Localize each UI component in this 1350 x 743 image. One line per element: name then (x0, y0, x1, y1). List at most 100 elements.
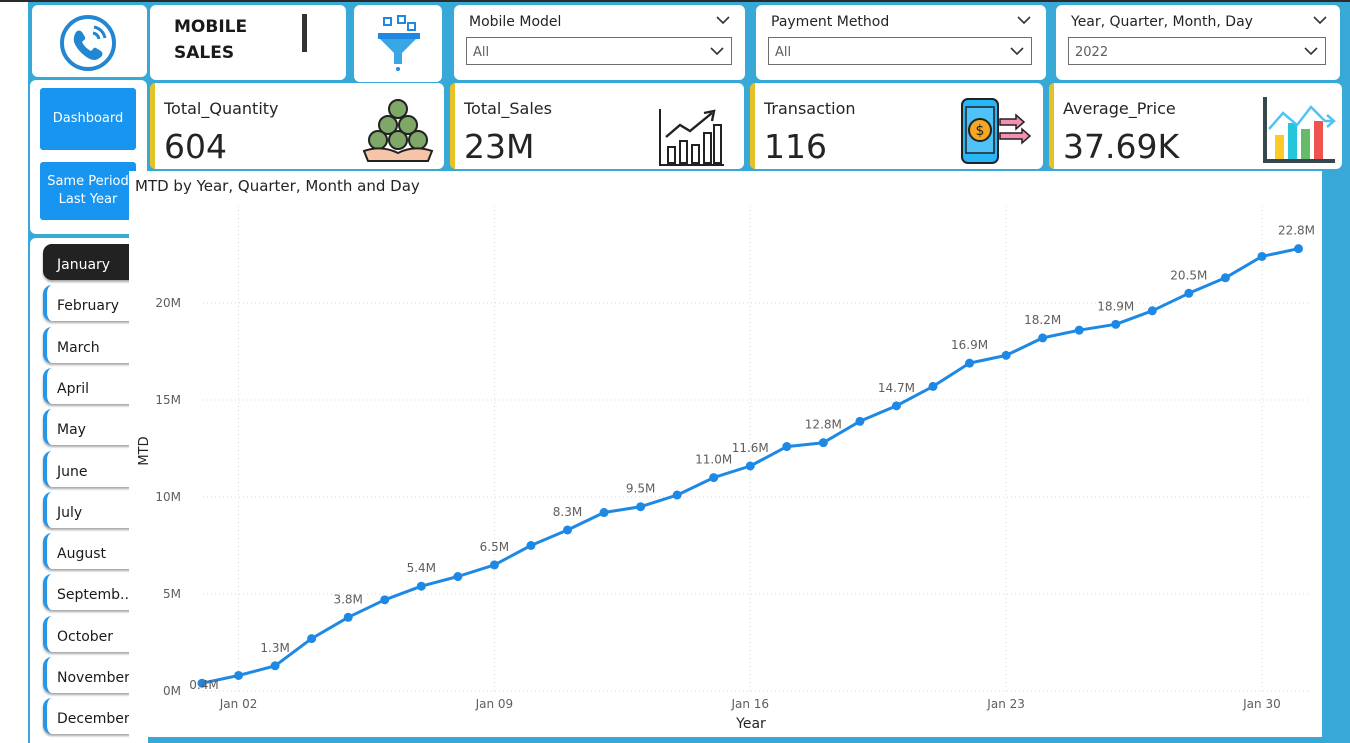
dashboard-button[interactable]: Dashboard (40, 88, 136, 150)
slicer-payment-method[interactable]: Payment Method All (756, 5, 1046, 80)
year-dropdown[interactable]: 2022 (1068, 37, 1326, 65)
kpi-accent-bar (450, 83, 455, 169)
data-point[interactable] (526, 541, 536, 550)
same-period-last-year-button[interactable]: Same Period Last Year (40, 162, 136, 220)
data-point[interactable] (745, 461, 755, 471)
month-button-8[interactable]: August (43, 533, 139, 570)
data-point[interactable] (891, 401, 901, 411)
data-point[interactable] (1220, 273, 1230, 283)
month-button-6[interactable]: June (43, 450, 139, 487)
kpi-total-quantity: Total_Quantity 604 (150, 83, 444, 169)
data-point[interactable] (234, 670, 244, 680)
slicer-mobile-model[interactable]: Mobile Model All (454, 5, 745, 80)
dropdown-value: All (473, 45, 490, 60)
data-point[interactable] (818, 438, 828, 448)
chevron-down-icon[interactable] (709, 44, 725, 58)
slicer-label: Mobile Model (469, 14, 562, 30)
month-button-4[interactable]: April (43, 367, 139, 404)
month-button-1[interactable]: January (43, 244, 139, 280)
month-button-12[interactable]: December (43, 698, 139, 735)
data-point[interactable] (1074, 325, 1084, 335)
kpi-transaction: Transaction 116 $ (750, 83, 1043, 169)
month-button-11[interactable]: November (43, 657, 139, 693)
button-line-1: Same Period (47, 174, 129, 189)
month-button-7[interactable]: July (43, 491, 139, 528)
dropdown-value: 2022 (1075, 45, 1109, 60)
data-point[interactable] (599, 508, 609, 518)
kpi-value: 116 (764, 127, 827, 166)
month-label: June (57, 463, 88, 480)
chevron-down-icon[interactable] (1312, 13, 1328, 27)
chart-plot: 0M 5M 10M 15M 20M Jan 02 Jan 09 Jan 16 Jan 23 Jan… (137, 206, 1315, 732)
mtd-line-chart: MTD by Year, Quarter, Month and Day 0M 5M… (129, 171, 1322, 737)
data-point[interactable] (1001, 350, 1011, 360)
data-point[interactable] (453, 572, 463, 582)
slicer-date-hierarchy[interactable]: Year, Quarter, Month, Day 2022 (1056, 5, 1340, 80)
month-button-10[interactable]: October (43, 615, 139, 652)
month-button-3[interactable]: March (43, 326, 139, 363)
chevron-down-icon[interactable] (1009, 44, 1025, 58)
data-label: 16.9M (951, 338, 988, 352)
payment-method-dropdown[interactable]: All (768, 37, 1032, 65)
data-label: 22.8M (1278, 224, 1315, 238)
chevron-down-icon[interactable] (1016, 13, 1032, 27)
month-label: August (57, 546, 106, 563)
kpi-accent-bar (150, 83, 155, 169)
data-point[interactable] (782, 442, 792, 452)
filter-card[interactable] (354, 5, 442, 82)
data-point[interactable] (270, 661, 280, 671)
kpi-value: 37.69K (1063, 127, 1180, 166)
month-label: February (57, 298, 120, 315)
month-label: October (57, 628, 114, 645)
month-label: July (57, 504, 83, 521)
y-tick-label: 10M (155, 490, 181, 504)
data-point[interactable] (1184, 288, 1194, 298)
phone-call-icon (60, 15, 116, 71)
data-point[interactable] (380, 595, 390, 605)
y-axis-title: MTD (137, 436, 152, 465)
data-point[interactable] (1147, 306, 1157, 316)
month-button-9[interactable]: Septemb... (43, 574, 139, 611)
data-label: 18.2M (1024, 313, 1061, 327)
data-point[interactable] (563, 525, 572, 535)
x-tick-label: Jan 30 (1242, 697, 1281, 711)
data-point[interactable] (489, 560, 499, 570)
month-button-2[interactable]: February (43, 285, 139, 322)
data-point[interactable] (1111, 319, 1121, 329)
svg-text:$: $ (976, 123, 985, 139)
money-hand-icon (362, 99, 434, 162)
kpi-accent-bar (750, 83, 755, 169)
chevron-down-icon[interactable] (1303, 44, 1319, 58)
data-label: 1.3M (260, 641, 289, 655)
data-point[interactable] (307, 634, 317, 644)
data-point[interactable] (855, 416, 865, 426)
data-point[interactable] (416, 581, 426, 591)
data-point[interactable] (672, 490, 682, 500)
month-button-5[interactable]: May (43, 409, 139, 446)
data-label: 5.4M (407, 561, 436, 575)
chevron-down-icon[interactable] (715, 13, 731, 27)
data-label: 6.5M (480, 540, 509, 554)
bar-chart-arrow-icon (1263, 97, 1336, 163)
data-point[interactable] (965, 358, 975, 368)
data-point[interactable] (636, 502, 646, 512)
slicer-label: Payment Method (771, 14, 890, 30)
y-tick-label: 20M (155, 296, 181, 310)
funnel-filter-icon[interactable] (374, 14, 422, 72)
data-point[interactable] (343, 612, 353, 622)
x-tick-label: Jan 16 (730, 697, 769, 711)
data-point[interactable] (1294, 244, 1303, 254)
data-point[interactable] (1038, 333, 1048, 343)
kpi-total-sales: Total_Sales 23M (450, 83, 744, 169)
mobile-model-dropdown[interactable]: All (466, 37, 732, 65)
data-label: 8.3M (553, 505, 582, 519)
data-point[interactable] (928, 381, 938, 391)
month-label: March (57, 339, 100, 356)
data-point[interactable] (1257, 251, 1267, 261)
kpi-label: Transaction (764, 99, 856, 118)
data-point[interactable] (709, 473, 719, 483)
data-label: 14.7M (878, 381, 915, 395)
kpi-value: 23M (464, 127, 535, 166)
y-tick-label: 0M (163, 684, 181, 698)
x-axis-title: Year (735, 716, 766, 732)
